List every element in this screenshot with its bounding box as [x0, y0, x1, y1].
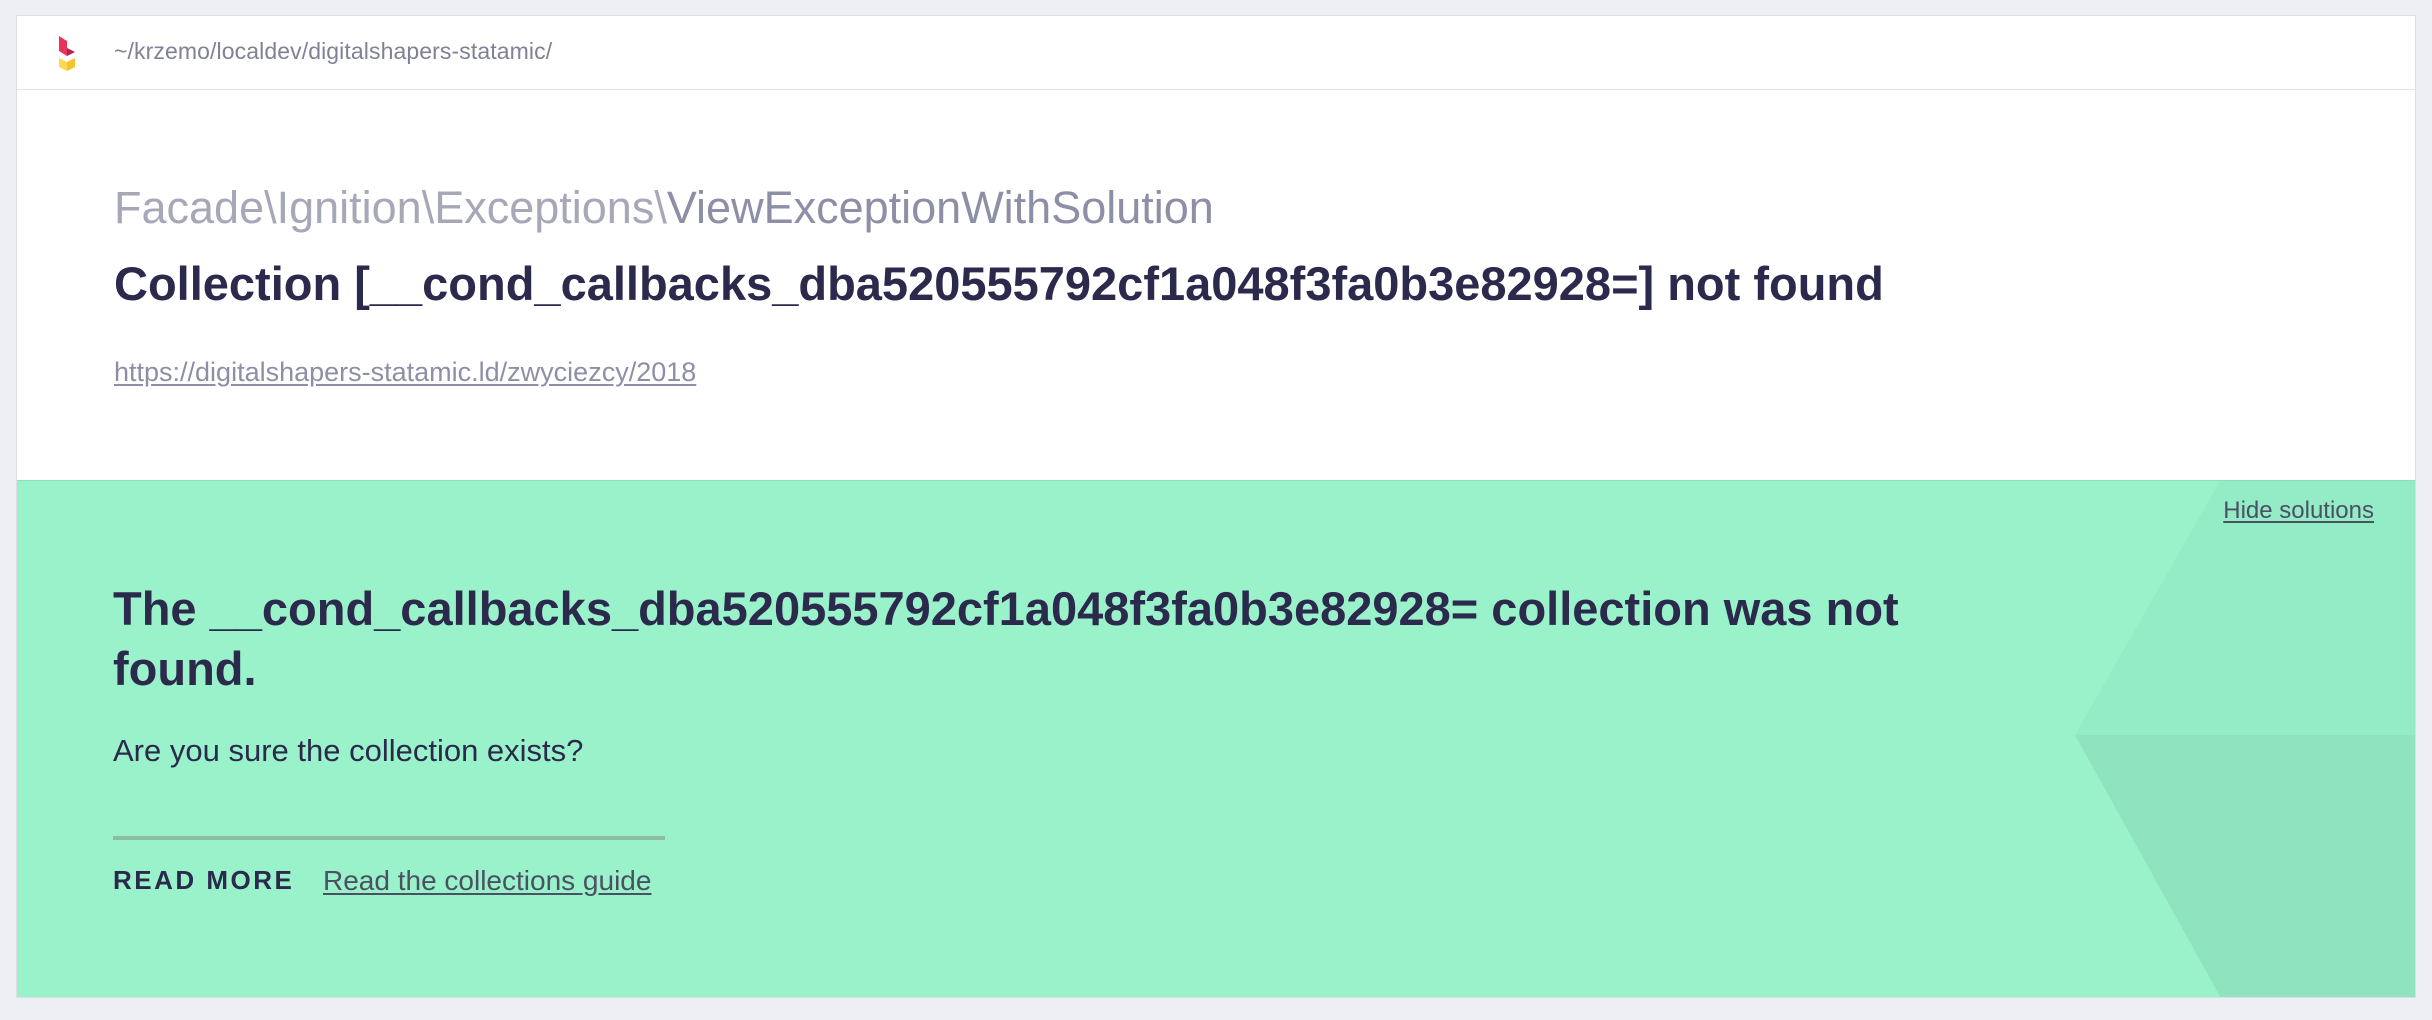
hide-solutions-button[interactable]: Hide solutions [2223, 497, 2374, 525]
exception-class: Facade\Ignition\Exceptions\ViewException… [114, 182, 1214, 234]
exception-class-name: ViewExceptionWithSolution [666, 182, 1214, 233]
solution-description: Are you sure the collection exists? [113, 733, 584, 768]
error-message: Collection [__cond_callbacks_dba52055579… [114, 257, 1884, 310]
hexagon-decoration [2075, 481, 2415, 997]
project-path: ~/krzemo/localdev/digitalshapers-statami… [114, 38, 553, 64]
solution-panel: Hide solutions The __cond_callbacks_dba5… [17, 480, 2415, 997]
solution-divider [113, 836, 665, 840]
exception-namespace: Facade\Ignition\Exceptions\ [114, 182, 667, 233]
solution-title: The __cond_callbacks_dba520555792cf1a048… [113, 582, 1899, 695]
request-url[interactable]: https://digitalshapers-statamic.ld/zwyci… [114, 357, 696, 388]
ignition-logo-icon [59, 36, 75, 71]
read-more-label: READ MORE [113, 865, 295, 895]
collections-guide-link[interactable]: Read the collections guide [323, 865, 651, 897]
top-bar: ~/krzemo/localdev/digitalshapers-statami… [17, 16, 2415, 90]
error-card: ~/krzemo/localdev/digitalshapers-statami… [16, 15, 2416, 998]
